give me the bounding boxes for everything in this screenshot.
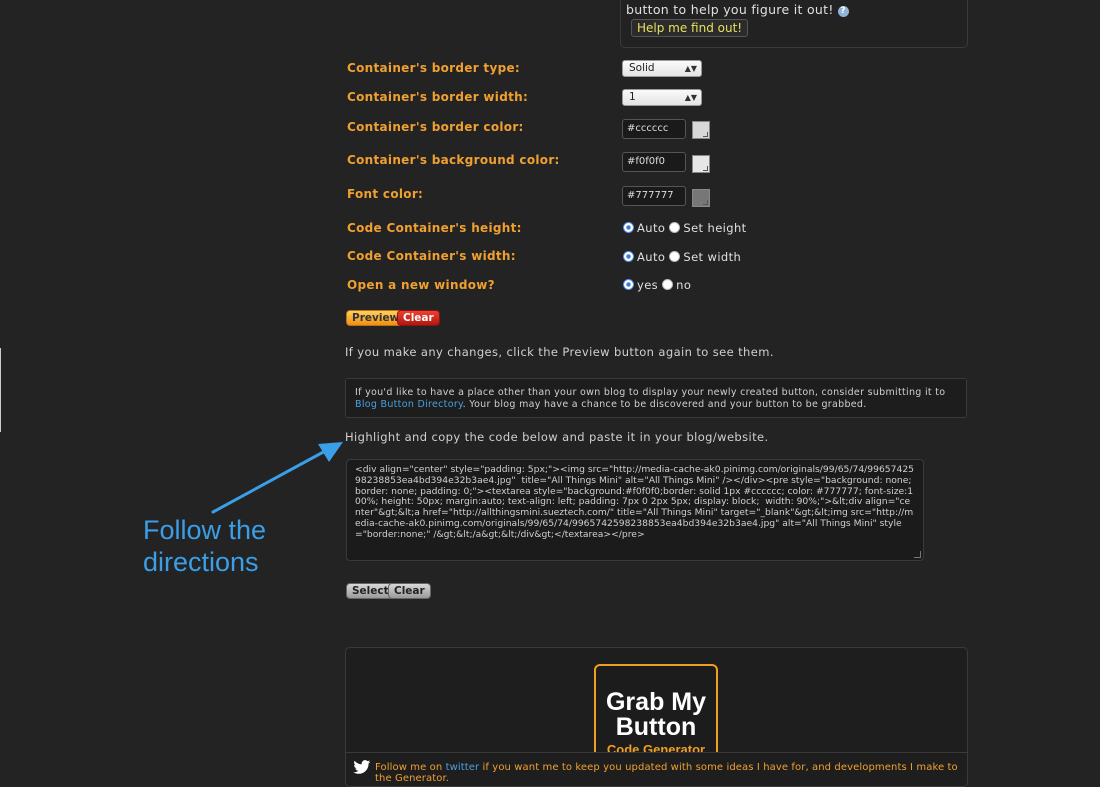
left-edge-line — [0, 348, 1, 432]
clear-button[interactable]: Clear — [397, 310, 440, 326]
border-color-swatch[interactable] — [692, 121, 710, 139]
grab-my-button-logo[interactable]: Grab My Button Code Generator — [594, 664, 718, 764]
background-color-label: Container's background color: — [347, 153, 560, 167]
footer-bar: Follow me on twitter if you want me to k… — [346, 752, 967, 784]
border-type-label: Container's border type: — [347, 61, 520, 75]
directory-notice: If you'd like to have a place other than… — [345, 378, 967, 418]
code-textarea[interactable]: <div align="center" style="padding: 5px;… — [346, 459, 924, 561]
clear-code-button[interactable]: Clear — [388, 583, 431, 599]
container-height-label: Code Container's height: — [347, 221, 522, 235]
border-width-select[interactable]: 1 ▲▼ — [622, 89, 702, 106]
new-window-yes-radio[interactable] — [623, 279, 634, 290]
blog-button-directory-link[interactable]: Blog Button Directory — [355, 399, 463, 410]
container-width-label: Code Container's width: — [347, 249, 516, 263]
height-auto-radio[interactable] — [623, 222, 634, 233]
select-arrows-icon: ▲▼ — [684, 93, 697, 102]
annotation-arrow-icon — [211, 442, 343, 514]
new-window-options: yes no — [623, 278, 691, 292]
border-type-select[interactable]: Solid ▲▼ — [622, 60, 702, 77]
container-width-options: Auto Set width — [623, 250, 741, 264]
height-set-radio[interactable] — [669, 222, 681, 233]
info-icon[interactable]: ? — [837, 6, 849, 17]
info-panel-text: button to help you figure it out!? — [626, 2, 849, 17]
new-window-no-radio[interactable] — [662, 279, 674, 290]
border-width-label: Container's border width: — [347, 90, 529, 104]
width-auto-radio[interactable] — [623, 251, 634, 262]
help-me-find-out-button[interactable]: Help me find out! — [631, 19, 749, 37]
new-window-label: Open a new window? — [347, 278, 495, 292]
changes-message: If you make any changes, click the Previ… — [345, 345, 774, 359]
font-color-swatch[interactable] — [692, 189, 710, 207]
twitter-link[interactable]: twitter — [446, 762, 480, 773]
background-color-swatch[interactable] — [692, 155, 710, 173]
annotation-text: Follow the directions — [143, 515, 267, 577]
font-color-input[interactable]: #777777 — [622, 186, 686, 206]
width-set-radio[interactable] — [669, 251, 681, 262]
font-color-label: Font color: — [347, 187, 424, 201]
select-arrows-icon: ▲▼ — [684, 64, 697, 73]
resize-handle-icon[interactable] — [914, 551, 921, 558]
twitter-icon — [353, 760, 371, 774]
copy-instructions: Highlight and copy the code below and pa… — [345, 430, 769, 444]
border-color-label: Container's border color: — [347, 120, 524, 134]
border-color-input[interactable]: #cccccc — [622, 119, 686, 139]
container-height-options: Auto Set height — [623, 221, 747, 235]
background-color-input[interactable]: #f0f0f0 — [622, 152, 686, 172]
